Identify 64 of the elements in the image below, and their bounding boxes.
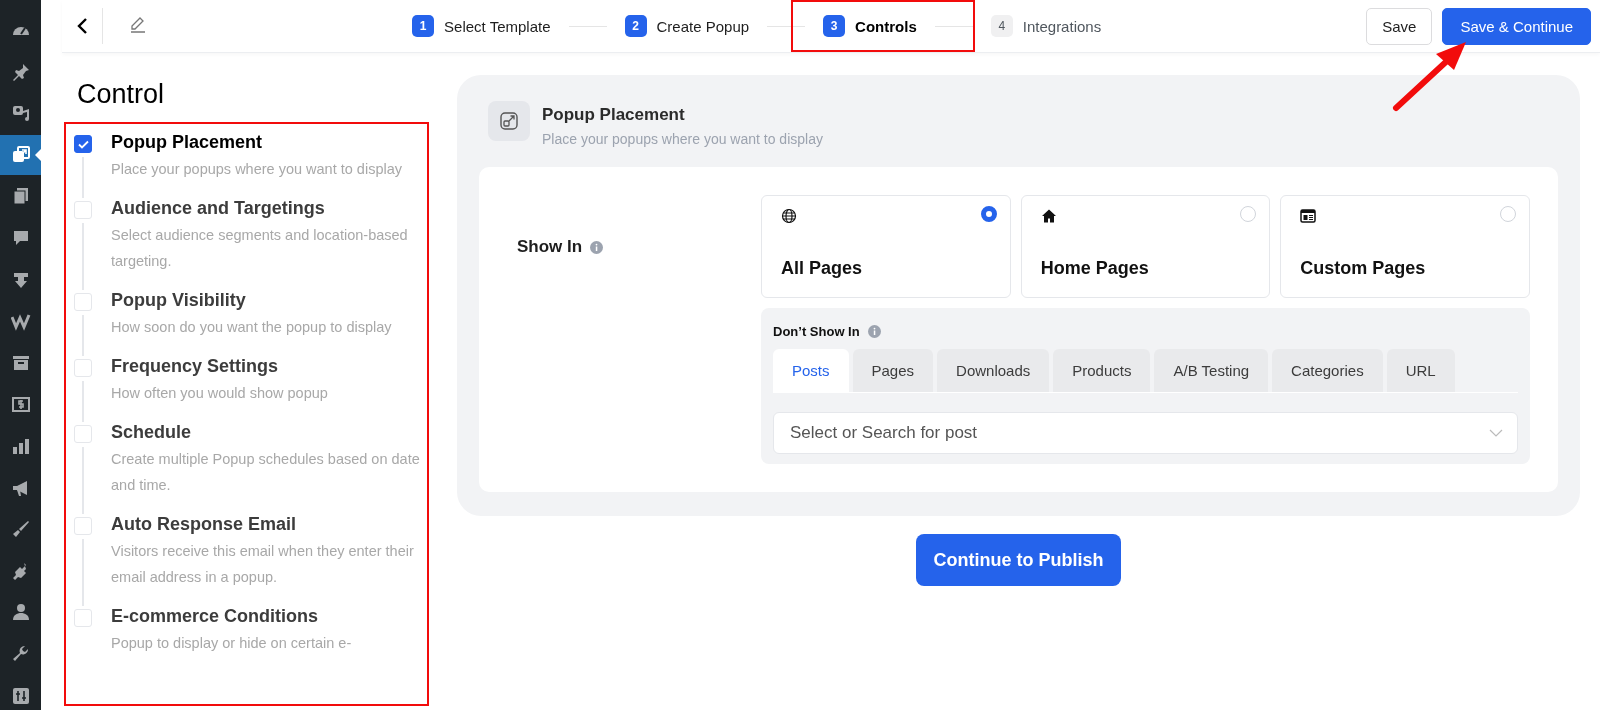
step-label: Select Template (444, 17, 551, 35)
page-option-card[interactable]: Custom Pages (1280, 195, 1530, 298)
wizard-step[interactable]: 3 Controls (791, 0, 975, 52)
media-icon (10, 103, 31, 124)
info-icon (590, 241, 604, 254)
step-label: Integrations (1022, 17, 1102, 35)
radio-button[interactable] (980, 206, 997, 222)
filter-tab[interactable]: Posts (773, 349, 849, 392)
control-step-description: Create multiple Popup schedules based on date and time. (111, 450, 421, 495)
control-step-title[interactable]: Frequency Settings (111, 356, 423, 377)
control-step-title[interactable]: E-commerce Conditions (111, 606, 423, 627)
continue-to-publish-button[interactable]: Continue to Publish (915, 534, 1122, 586)
step-label: Controls (855, 17, 917, 35)
panel-subtitle: Place your popups where you want to display (542, 131, 823, 147)
page-option-card[interactable]: Home Pages (1020, 195, 1271, 298)
filter-tab[interactable]: Categories (1272, 349, 1383, 392)
info-icon (867, 325, 881, 338)
popup-icon (10, 144, 31, 165)
control-step-description: Place your popups where you want to display (111, 160, 403, 179)
filter-tab[interactable]: URL (1386, 349, 1455, 392)
option-label: Custom Pages (1300, 258, 1427, 280)
control-step-description: Visitors receive this email when they enter their email address in a popup. (111, 542, 415, 587)
step-number: 2 (624, 15, 647, 37)
user-icon (10, 602, 31, 623)
banknote-icon (10, 394, 31, 415)
step-number: 1 (412, 15, 435, 37)
panel-title: Popup Placement (542, 105, 686, 125)
save-button[interactable]: Save (1366, 7, 1433, 45)
option-label: All Pages (781, 258, 864, 280)
control-step-description: Popup to display or hide on certain e- (111, 634, 353, 653)
option-label: Home Pages (1040, 258, 1150, 280)
resize-icon (499, 111, 519, 131)
control-step-description: How often you would show popup (111, 384, 329, 403)
control-step-title[interactable]: Auto Response Email (111, 514, 423, 535)
post-select[interactable]: Select or Search for post (773, 412, 1518, 454)
filter-tab[interactable]: A/B Testing (1154, 349, 1269, 392)
step-label: Create Popup (656, 17, 750, 35)
chevron-down-icon (1489, 429, 1503, 437)
control-step-title[interactable]: Popup Placement (111, 132, 423, 153)
filter-tab[interactable]: Products (1053, 349, 1151, 392)
field-label: Don’t Show In (773, 324, 860, 339)
section-title: Control (77, 79, 165, 110)
home-icon (1040, 208, 1057, 224)
post-search-input[interactable]: Select or Search for post (788, 422, 1489, 444)
control-step-description: Select audience segments and location-based targeting. (111, 226, 409, 271)
field-label: Show In (517, 237, 583, 257)
step-number: 4 (990, 15, 1013, 37)
admin-menu-item[interactable] (0, 134, 41, 175)
chevron-left-icon (76, 17, 88, 35)
browser-window-icon (1300, 208, 1317, 224)
pencil-icon[interactable] (129, 15, 147, 33)
step-number: 3 (823, 15, 846, 37)
checkmark-icon (77, 139, 89, 149)
sliders-icon (10, 685, 31, 706)
filter-tab[interactable]: Downloads (937, 349, 1050, 392)
control-step-title[interactable]: Popup Visibility (111, 290, 423, 311)
page-option-card[interactable]: All Pages (761, 195, 1011, 298)
save-and-continue-button[interactable]: Save & Continue (1442, 7, 1591, 45)
step-checkbox[interactable] (74, 135, 92, 153)
control-step-description: How soon do you want the popup to display (111, 318, 393, 337)
control-step-title[interactable]: Schedule (111, 422, 423, 443)
control-step-title[interactable]: Audience and Targetings (111, 198, 423, 219)
filter-tab[interactable]: Pages (852, 349, 934, 392)
globe-icon (781, 208, 797, 224)
